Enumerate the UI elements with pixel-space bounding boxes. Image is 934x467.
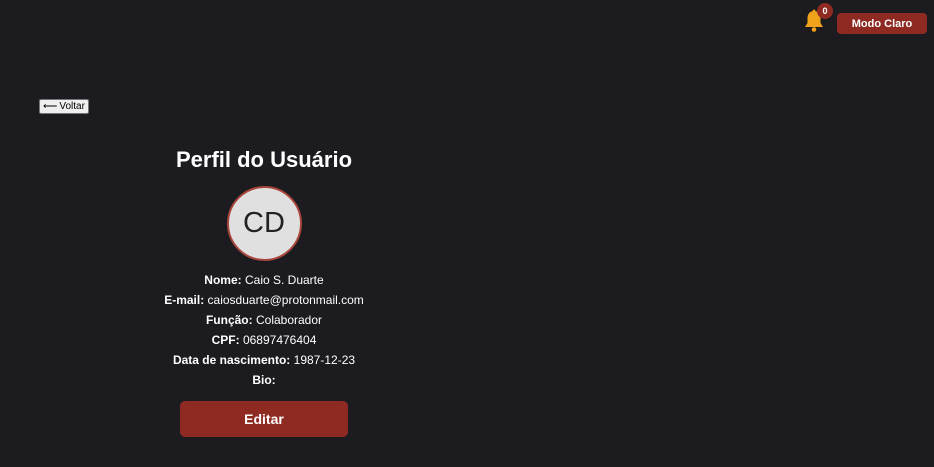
- info-row-email: E-mail: caiosduarte@protonmail.com: [160, 290, 368, 310]
- info-row-bio: Bio:: [160, 370, 368, 390]
- info-row-name: Nome: Caio S. Duarte: [160, 270, 368, 290]
- info-row-role: Função: Colaborador: [160, 310, 368, 330]
- email-value: caiosduarte@protonmail.com: [207, 293, 364, 307]
- birth-date-label: Data de nascimento:: [172, 353, 291, 367]
- name-label: Nome:: [204, 273, 242, 287]
- name-value: Caio S. Duarte: [244, 273, 324, 287]
- back-button-label: Voltar: [59, 100, 85, 112]
- email-label: E-mail:: [164, 293, 205, 307]
- back-button[interactable]: ⟵ Voltar: [39, 99, 89, 114]
- avatar: CD: [226, 186, 302, 261]
- bio-label: Bio:: [252, 373, 276, 387]
- page-title: Perfil do Usuário: [175, 147, 353, 172]
- profile-page: 0 Modo Claro ⟵ Voltar Perfil do Usuário …: [0, 0, 934, 467]
- theme-toggle-button[interactable]: Modo Claro: [837, 13, 927, 34]
- cpf-value: 06897476404: [242, 333, 317, 347]
- info-row-birth-date: Data de nascimento: 1987-12-23: [160, 350, 368, 370]
- cpf-label: CPF:: [211, 333, 240, 347]
- edit-profile-button[interactable]: Editar: [180, 401, 348, 437]
- role-value: Colaborador: [255, 313, 323, 327]
- profile-card: Perfil do Usuário CD Nome: Caio S. Duart…: [160, 140, 368, 437]
- notification-count-badge: 0: [817, 3, 833, 19]
- profile-info: Nome: Caio S. Duarte E-mail: caiosduarte…: [160, 270, 368, 390]
- role-label: Função:: [205, 313, 253, 327]
- info-row-cpf: CPF: 06897476404: [160, 330, 368, 350]
- arrow-left-icon: ⟵: [43, 100, 58, 112]
- birth-date-value: 1987-12-23: [293, 353, 356, 367]
